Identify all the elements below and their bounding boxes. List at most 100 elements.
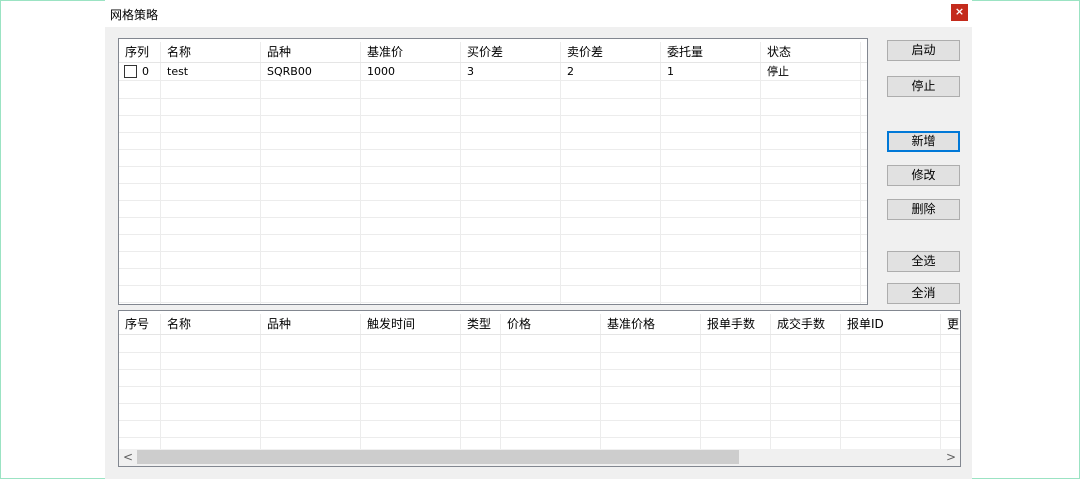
- column-header[interactable]: 价格: [501, 314, 601, 334]
- empty-cell: [461, 132, 561, 149]
- horizontal-scrollbar[interactable]: < >: [119, 449, 960, 466]
- column-header[interactable]: 品种: [261, 314, 361, 334]
- empty-cell: [771, 369, 841, 386]
- strategy-table[interactable]: 序列 名称 品种 基准价 买价差 卖价差 委托量 状态 0 test SQRB0…: [118, 38, 868, 305]
- empty-cell: [761, 115, 861, 132]
- empty-cell: [261, 420, 361, 437]
- column-header[interactable]: 状态: [761, 42, 861, 62]
- empty-cell: [761, 251, 861, 268]
- empty-cell: [941, 403, 960, 420]
- column-header[interactable]: 品种: [261, 42, 361, 62]
- stop-button[interactable]: 停止: [887, 76, 960, 97]
- empty-cell: [701, 420, 771, 437]
- empty-cell: [119, 115, 161, 132]
- column-header[interactable]: 买价差: [461, 42, 561, 62]
- empty-cell: [501, 420, 601, 437]
- column-header[interactable]: 序号: [119, 314, 161, 334]
- empty-cell: [501, 403, 601, 420]
- column-header[interactable]: 触发时间: [361, 314, 461, 334]
- deselect-all-button[interactable]: 全消: [887, 283, 960, 304]
- empty-cell: [771, 420, 841, 437]
- empty-cell: [601, 369, 701, 386]
- empty-cell: [501, 386, 601, 403]
- column-header[interactable]: 类型: [461, 314, 501, 334]
- empty-row: [119, 234, 867, 252]
- empty-cell: [461, 183, 561, 200]
- empty-cell: [941, 420, 960, 437]
- empty-cell: [361, 132, 461, 149]
- column-header[interactable]: 卖价差: [561, 42, 661, 62]
- table-row[interactable]: 0 test SQRB00 1000 3 2 1 停止: [119, 63, 867, 81]
- empty-cell: [661, 81, 761, 98]
- empty-cell: [261, 132, 361, 149]
- empty-cell: [761, 149, 861, 166]
- empty-cell: [561, 251, 661, 268]
- table-cell: test: [161, 63, 261, 80]
- column-header[interactable]: 成交手数: [771, 314, 841, 334]
- column-header[interactable]: 名称: [161, 314, 261, 334]
- empty-cell: [119, 98, 161, 115]
- empty-cell: [161, 132, 261, 149]
- empty-cell: [941, 369, 960, 386]
- empty-cell: [119, 335, 161, 352]
- empty-cell: [561, 132, 661, 149]
- empty-cell: [841, 352, 941, 369]
- empty-cell: [941, 352, 960, 369]
- close-button[interactable]: ×: [951, 4, 968, 21]
- scrollbar-thumb[interactable]: [137, 450, 739, 464]
- empty-cell: [361, 166, 461, 183]
- column-header[interactable]: 委托量: [661, 42, 761, 62]
- empty-cell: [841, 403, 941, 420]
- empty-cell: [119, 369, 161, 386]
- empty-row: [119, 268, 867, 286]
- empty-cell: [771, 403, 841, 420]
- scroll-left-icon[interactable]: <: [123, 450, 133, 464]
- scroll-right-icon[interactable]: >: [946, 450, 956, 464]
- orders-table[interactable]: 序号 名称 品种 触发时间 类型 价格 基准价格 报单手数 成交手数 报单ID …: [118, 310, 961, 467]
- empty-cell: [661, 285, 761, 302]
- empty-cell: [361, 285, 461, 302]
- empty-cell: [661, 268, 761, 285]
- add-button[interactable]: 新增: [887, 131, 960, 152]
- start-button[interactable]: 启动: [887, 40, 960, 61]
- empty-cell: [161, 98, 261, 115]
- modify-button[interactable]: 修改: [887, 165, 960, 186]
- orders-table-header: 序号 名称 品种 触发时间 类型 价格 基准价格 报单手数 成交手数 报单ID …: [119, 314, 960, 335]
- empty-cell: [361, 420, 461, 437]
- empty-cell: [761, 166, 861, 183]
- column-header[interactable]: 基准价: [361, 42, 461, 62]
- empty-cell: [461, 369, 501, 386]
- empty-cell: [701, 369, 771, 386]
- empty-cell: [161, 420, 261, 437]
- column-header[interactable]: 报单ID: [841, 314, 941, 334]
- empty-cell: [161, 81, 261, 98]
- empty-cell: [361, 403, 461, 420]
- empty-cell: [601, 352, 701, 369]
- empty-cell: [461, 217, 561, 234]
- column-header[interactable]: 基准价格: [601, 314, 701, 334]
- empty-cell: [501, 369, 601, 386]
- empty-cell: [771, 386, 841, 403]
- empty-cell: [361, 251, 461, 268]
- empty-cell: [161, 403, 261, 420]
- empty-cell: [361, 149, 461, 166]
- column-header[interactable]: 序列: [119, 42, 161, 62]
- column-header[interactable]: 更: [941, 314, 960, 334]
- empty-cell: [361, 98, 461, 115]
- empty-cell: [841, 369, 941, 386]
- empty-cell: [161, 369, 261, 386]
- column-header[interactable]: 名称: [161, 42, 261, 62]
- empty-cell: [261, 115, 361, 132]
- empty-cell: [119, 268, 161, 285]
- empty-cell: [941, 335, 960, 352]
- empty-cell: [561, 268, 661, 285]
- select-all-button[interactable]: 全选: [887, 251, 960, 272]
- empty-cell: [701, 403, 771, 420]
- empty-cell: [561, 200, 661, 217]
- row-checkbox[interactable]: [124, 65, 137, 78]
- delete-button[interactable]: 删除: [887, 199, 960, 220]
- empty-row: [119, 98, 867, 116]
- column-header[interactable]: 报单手数: [701, 314, 771, 334]
- empty-cell: [661, 251, 761, 268]
- empty-cell: [761, 200, 861, 217]
